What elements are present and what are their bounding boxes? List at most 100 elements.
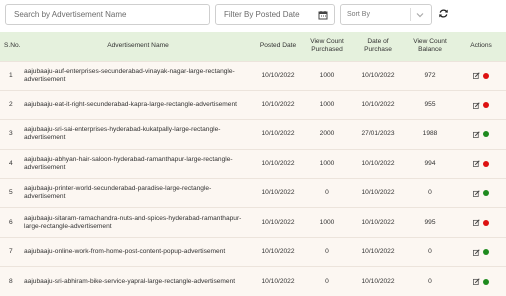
- row-view-count-balance: 0: [428, 277, 432, 285]
- row-view-count-purchased: 0: [325, 277, 329, 285]
- row-view-count-balance: 1988: [422, 130, 438, 138]
- row-sno: 3: [9, 130, 13, 138]
- status-dot-icon[interactable]: [483, 190, 489, 197]
- row-actions: [456, 208, 506, 237]
- status-dot-icon[interactable]: [483, 72, 489, 79]
- row-date-of-purchase: 10/10/2022: [361, 248, 395, 256]
- row-sno: 2: [9, 101, 13, 109]
- table-row: 6 aajubaaju-sitaram-ramachandra-nuts-and-…: [0, 207, 506, 238]
- row-posted-date: 10/10/2022: [261, 277, 295, 285]
- row-actions: [456, 237, 506, 266]
- refresh-icon[interactable]: [438, 8, 449, 19]
- status-dot-icon[interactable]: [483, 102, 489, 109]
- edit-icon[interactable]: [473, 160, 480, 168]
- status-dot-icon[interactable]: [483, 278, 489, 285]
- header-sno: S.No.: [4, 42, 21, 50]
- row-sno: 8: [9, 277, 13, 285]
- row-actions: [456, 90, 506, 119]
- row-sno: 4: [9, 159, 13, 167]
- chevron-down-icon[interactable]: [415, 10, 425, 20]
- header-actions: Actions: [470, 42, 492, 50]
- row-posted-date: 10/10/2022: [261, 130, 295, 138]
- sort-divider: [410, 8, 411, 21]
- row-posted-date: 10/10/2022: [261, 101, 295, 109]
- row-sno: 7: [9, 248, 13, 256]
- edit-icon[interactable]: [473, 219, 480, 227]
- row-advertisement-name: aajubaaju-sri-sai-enterprises-hyderabad-…: [24, 126, 221, 142]
- row-advertisement-name: aajubaaju-abhyan-hair-saloon-hyderabad-r…: [24, 155, 233, 171]
- filter-bar: Sort By: [0, 0, 506, 32]
- date-filter-input[interactable]: [216, 5, 334, 24]
- row-date-of-purchase: 27/01/2023: [361, 130, 395, 138]
- row-view-count-balance: 0: [428, 248, 432, 256]
- row-actions: [456, 179, 506, 208]
- row-view-count-purchased: 1000: [319, 101, 335, 109]
- row-view-count-balance: 972: [424, 71, 436, 79]
- header-advertisement-name: Advertisement Name: [107, 42, 169, 50]
- actions-group: [458, 248, 504, 256]
- row-date-of-purchase: 10/10/2022: [361, 159, 395, 167]
- edit-icon[interactable]: [473, 190, 480, 197]
- status-dot-icon[interactable]: [483, 219, 489, 226]
- header-date-of-purchase: Date of Purchase: [364, 38, 392, 54]
- row-posted-date: 10/10/2022: [261, 189, 295, 197]
- row-date-of-purchase: 10/10/2022: [361, 277, 395, 285]
- row-advertisement-name: aajubaaju-eat-it-right-secunderabad-kapr…: [24, 101, 237, 109]
- actions-group: [458, 278, 504, 286]
- actions-group: [458, 131, 504, 138]
- actions-group: [458, 72, 504, 80]
- edit-icon[interactable]: [473, 278, 480, 286]
- row-view-count-purchased: 0: [325, 189, 329, 197]
- status-dot-icon[interactable]: [483, 131, 489, 138]
- row-advertisement-name: aajubaaju-online-work-from-home-post-con…: [24, 248, 226, 256]
- table-row: 3 aajubaaju-sri-sai-enterprises-hyderabad…: [0, 119, 506, 150]
- row-actions: [456, 61, 506, 90]
- row-date-of-purchase: 10/10/2022: [361, 218, 395, 226]
- row-view-count-balance: 994: [424, 159, 436, 167]
- status-dot-icon[interactable]: [483, 249, 489, 256]
- header-posted-date: Posted Date: [259, 42, 297, 50]
- row-view-count-balance: 995: [424, 218, 436, 226]
- actions-group: [458, 190, 504, 197]
- row-posted-date: 10/10/2022: [261, 248, 295, 256]
- status-dot-icon[interactable]: [483, 160, 489, 167]
- row-actions: [456, 149, 506, 178]
- row-advertisement-name: aajubaaju-sri-abhiram-bike-service-yapra…: [24, 277, 236, 285]
- actions-group: [458, 160, 504, 168]
- sort-label: Sort By: [347, 11, 370, 18]
- search-input[interactable]: [6, 5, 209, 24]
- row-sno: 6: [9, 218, 13, 226]
- row-view-count-purchased: 1000: [319, 159, 335, 167]
- row-posted-date: 10/10/2022: [261, 218, 295, 226]
- row-advertisement-name: aajubaaju-auf-enterprises-secunderabad-v…: [24, 67, 235, 83]
- table-row: 8 aajubaaju-sri-abhiram-bike-service-yapr…: [0, 266, 506, 296]
- row-posted-date: 10/10/2022: [261, 159, 295, 167]
- row-view-count-purchased: 0: [325, 248, 329, 256]
- table-row: 4 aajubaaju-abhyan-hair-saloon-hyderabad-…: [0, 149, 506, 179]
- date-filter-field: [215, 4, 335, 25]
- row-view-count-purchased: 1000: [319, 71, 335, 79]
- edit-icon[interactable]: [473, 131, 480, 138]
- row-advertisement-name: aajubaaju-printer-world-secunderabad-par…: [24, 185, 212, 201]
- row-advertisement-name: aajubaaju-sitaram-ramachandra-nuts-and-s…: [24, 214, 242, 230]
- calendar-icon[interactable]: [318, 10, 328, 20]
- advertisements-table: S.No. Advertisement Name Posted Date Vie…: [0, 32, 506, 296]
- edit-icon[interactable]: [473, 248, 480, 256]
- edit-icon[interactable]: [473, 72, 480, 80]
- row-sno: 1: [9, 71, 13, 79]
- edit-icon[interactable]: [473, 101, 480, 109]
- table-row: 7 aajubaaju-online-work-from-home-post-co…: [0, 237, 506, 267]
- row-view-count-balance: 0: [428, 189, 432, 197]
- table-row: 1 aajubaaju-auf-enterprises-secunderabad-…: [0, 61, 506, 91]
- row-view-count-purchased: 2000: [319, 130, 335, 138]
- row-posted-date: 10/10/2022: [261, 71, 295, 79]
- row-actions: [456, 120, 506, 149]
- actions-group: [458, 219, 504, 227]
- header-view-count-balance: View Count Balance: [413, 38, 447, 54]
- search-field: [5, 4, 210, 25]
- row-date-of-purchase: 10/10/2022: [361, 101, 395, 109]
- table-row: 2 aajubaaju-eat-it-right-secunderabad-kap…: [0, 90, 506, 120]
- row-date-of-purchase: 10/10/2022: [361, 189, 395, 197]
- table-header-row: S.No. Advertisement Name Posted Date Vie…: [0, 32, 506, 61]
- sort-select[interactable]: Sort By: [340, 4, 432, 25]
